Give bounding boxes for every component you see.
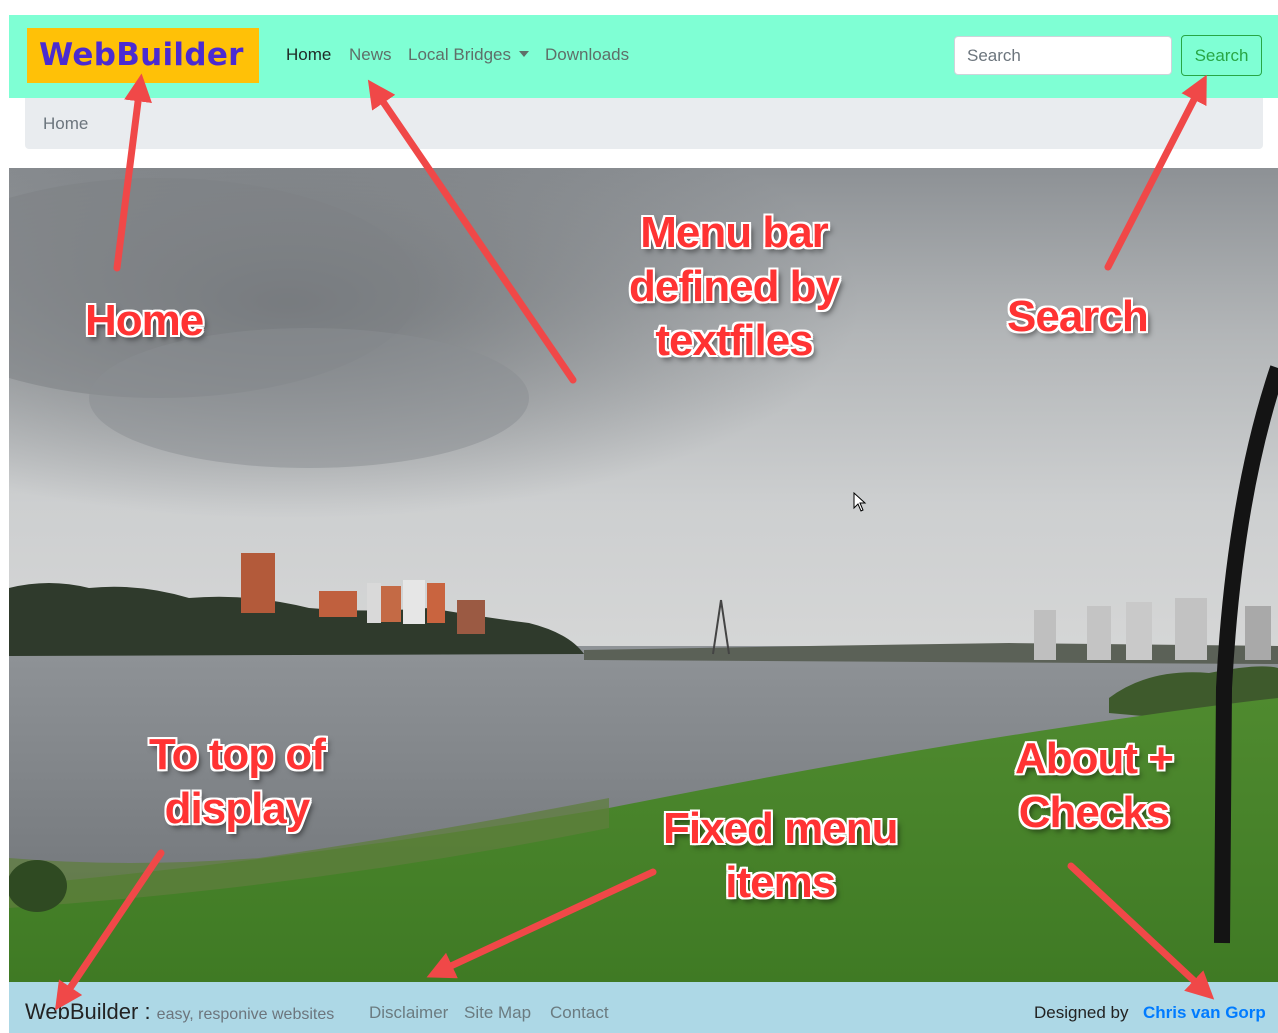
footer-brand-to-top-link[interactable]: WebBuilder : easy, responive websites: [25, 999, 334, 1025]
annotation-search: Search: [1007, 292, 1149, 341]
annotation-fixed-menu-line-1: Fixed menu: [663, 804, 898, 853]
footer-link-site-map[interactable]: Site Map: [464, 1003, 531, 1023]
annotation-about-checks: About + Checks: [1015, 732, 1174, 840]
annotation-menu-bar-line-3: textfiles: [655, 316, 813, 365]
annotation-to-top: To top of display: [149, 728, 326, 836]
annotation-home: Home: [85, 296, 204, 345]
search-input[interactable]: [954, 36, 1172, 75]
annotation-about-line-2: Checks: [1018, 788, 1171, 837]
annotation-about-line-1: About +: [1015, 734, 1174, 783]
breadcrumb: Home: [25, 98, 1263, 149]
hero-photo: Home Menu bar defined by textfiles Searc…: [9, 168, 1278, 982]
nav-dropdown-local-bridges[interactable]: Local Bridges: [408, 45, 530, 65]
annotation-to-top-line-2: display: [164, 784, 311, 833]
annotation-fixed-menu-line-2: items: [725, 858, 836, 907]
footer: WebBuilder : easy, responive websites Di…: [9, 982, 1278, 1033]
search-button[interactable]: Search: [1181, 35, 1262, 76]
mouse-pointer-icon: [853, 492, 867, 512]
footer-tagline: easy, responive websites: [156, 1006, 335, 1023]
nav-link-news[interactable]: News: [349, 45, 392, 65]
designed-by-label: Designed by: [1034, 1003, 1129, 1022]
footer-link-disclaimer[interactable]: Disclaimer: [369, 1003, 448, 1023]
footer-brand-name: WebBuilder: [25, 999, 139, 1024]
breadcrumb-item-home: Home: [43, 114, 89, 133]
navbar: WebBuilder Home News Local Bridges Downl…: [9, 15, 1278, 98]
annotation-menu-bar-line-1: Menu bar: [640, 208, 829, 257]
footer-link-contact[interactable]: Contact: [550, 1003, 609, 1023]
annotation-menu-bar: Menu bar defined by textfiles: [629, 206, 840, 368]
nav-link-downloads[interactable]: Downloads: [545, 45, 629, 65]
nav-link-home[interactable]: Home: [286, 45, 331, 65]
dropdown-caret-icon: [519, 50, 530, 57]
annotation-menu-bar-line-2: defined by: [629, 262, 840, 311]
annotation-to-top-line-1: To top of: [149, 730, 326, 779]
nav-dropdown-label: Local Bridges: [408, 45, 512, 64]
author-link[interactable]: Chris van Gorp: [1143, 1003, 1266, 1023]
brand-logo-home-link[interactable]: WebBuilder: [27, 28, 259, 83]
annotation-fixed-menu: Fixed menu items: [663, 802, 898, 910]
footer-separator: :: [138, 999, 157, 1024]
